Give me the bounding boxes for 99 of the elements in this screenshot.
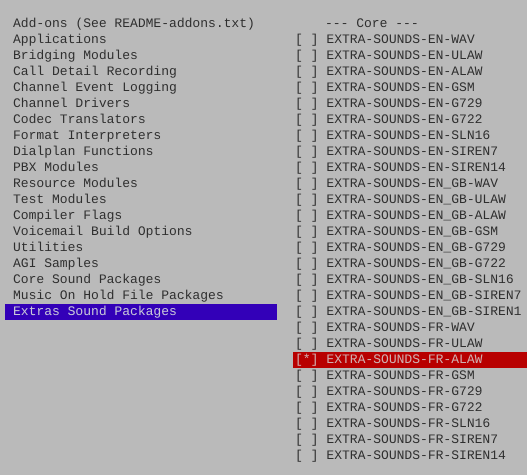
checkbox[interactable]: [ ] (295, 368, 318, 384)
menu-item[interactable]: Call Detail Recording (5, 64, 277, 80)
checkbox[interactable]: [ ] (295, 48, 318, 64)
checkbox[interactable]: [ ] (295, 304, 318, 320)
menu-item[interactable]: Codec Translators (5, 112, 277, 128)
menu-item[interactable]: Music On Hold File Packages (5, 288, 277, 304)
option-row[interactable]: [ ] EXTRA-SOUNDS-EN_GB-ULAW (293, 192, 527, 208)
checkbox[interactable]: [ ] (295, 112, 318, 128)
menu-item[interactable]: Core Sound Packages (5, 272, 277, 288)
option-row[interactable]: [ ] EXTRA-SOUNDS-FR-GSM (293, 368, 527, 384)
option-label: EXTRA-SOUNDS-EN_GB-GSM (326, 224, 498, 240)
option-row[interactable]: [ ] EXTRA-SOUNDS-FR-G722 (293, 400, 527, 416)
option-row[interactable]: [ ] EXTRA-SOUNDS-EN_GB-WAV (293, 176, 527, 192)
option-label: EXTRA-SOUNDS-EN-GSM (326, 80, 475, 96)
checkbox[interactable]: [ ] (295, 384, 318, 400)
checkbox[interactable]: [ ] (295, 160, 318, 176)
option-row[interactable]: [ ] EXTRA-SOUNDS-EN_GB-SLN16 (293, 272, 527, 288)
option-row[interactable]: [ ] EXTRA-SOUNDS-FR-SIREN14 (293, 448, 527, 464)
option-label: EXTRA-SOUNDS-EN-WAV (326, 32, 475, 48)
option-row[interactable]: [ ] EXTRA-SOUNDS-FR-SIREN7 (293, 432, 527, 448)
menu-item[interactable]: Test Modules (5, 192, 277, 208)
checkbox[interactable]: [ ] (295, 400, 318, 416)
checkbox[interactable]: [ ] (295, 176, 318, 192)
option-row[interactable]: [ ] EXTRA-SOUNDS-EN-ALAW (293, 64, 527, 80)
option-label: EXTRA-SOUNDS-FR-G722 (326, 400, 482, 416)
option-row[interactable]: [ ] EXTRA-SOUNDS-EN_GB-SIREN1 (293, 304, 527, 320)
option-label: EXTRA-SOUNDS-EN_GB-ULAW (326, 192, 506, 208)
checkbox[interactable]: [ ] (295, 336, 318, 352)
option-label: EXTRA-SOUNDS-EN_GB-SIREN7 (326, 288, 522, 304)
option-row[interactable]: [ ] EXTRA-SOUNDS-EN_GB-ALAW (293, 208, 527, 224)
option-label: EXTRA-SOUNDS-FR-ALAW (326, 352, 482, 368)
checkbox[interactable]: [ ] (295, 192, 318, 208)
option-label: EXTRA-SOUNDS-FR-SLN16 (326, 416, 490, 432)
option-label: EXTRA-SOUNDS-EN_GB-SLN16 (326, 272, 514, 288)
checkbox[interactable]: [ ] (295, 288, 318, 304)
option-row[interactable]: [ ] EXTRA-SOUNDS-FR-G729 (293, 384, 527, 400)
option-row[interactable]: [ ] EXTRA-SOUNDS-EN-GSM (293, 80, 527, 96)
menu-item[interactable]: Channel Event Logging (5, 80, 277, 96)
option-label: EXTRA-SOUNDS-EN_GB-G722 (326, 256, 506, 272)
checkbox[interactable]: [ ] (295, 240, 318, 256)
option-label: EXTRA-SOUNDS-FR-WAV (326, 320, 475, 336)
option-row[interactable]: [ ] EXTRA-SOUNDS-FR-WAV (293, 320, 527, 336)
option-label: EXTRA-SOUNDS-EN_GB-WAV (326, 176, 498, 192)
option-row[interactable]: [ ] EXTRA-SOUNDS-EN-ULAW (293, 48, 527, 64)
option-row[interactable]: [ ] EXTRA-SOUNDS-EN-G729 (293, 96, 527, 112)
option-row[interactable]: [ ] EXTRA-SOUNDS-EN_GB-G722 (293, 256, 527, 272)
option-label: EXTRA-SOUNDS-EN-SLN16 (326, 128, 490, 144)
checkbox[interactable]: [ ] (295, 448, 318, 464)
option-label: EXTRA-SOUNDS-FR-ULAW (326, 336, 482, 352)
option-row[interactable]: [ ] EXTRA-SOUNDS-EN_GB-G729 (293, 240, 527, 256)
option-label: EXTRA-SOUNDS-FR-GSM (326, 368, 475, 384)
option-label: EXTRA-SOUNDS-EN_GB-G729 (326, 240, 506, 256)
menu-item[interactable]: Bridging Modules (5, 48, 277, 64)
option-label: EXTRA-SOUNDS-EN-SIREN7 (326, 144, 498, 160)
menu-item[interactable]: AGI Samples (5, 256, 277, 272)
option-row[interactable]: [ ] EXTRA-SOUNDS-EN-SLN16 (293, 128, 527, 144)
option-row[interactable]: [ ] EXTRA-SOUNDS-FR-ULAW (293, 336, 527, 352)
menu-item[interactable]: PBX Modules (5, 160, 277, 176)
option-label: EXTRA-SOUNDS-EN-ULAW (326, 48, 482, 64)
menu-item[interactable]: Extras Sound Packages (5, 304, 277, 320)
option-label: EXTRA-SOUNDS-FR-G729 (326, 384, 482, 400)
checkbox[interactable]: [ ] (295, 320, 318, 336)
menu-item[interactable]: Resource Modules (5, 176, 277, 192)
option-row[interactable]: [ ] EXTRA-SOUNDS-FR-SLN16 (293, 416, 527, 432)
checkbox[interactable]: [ ] (295, 96, 318, 112)
checkbox[interactable]: [ ] (295, 432, 318, 448)
option-row[interactable]: [ ] EXTRA-SOUNDS-EN-WAV (293, 32, 527, 48)
option-row[interactable]: [ ] EXTRA-SOUNDS-EN_GB-GSM (293, 224, 527, 240)
checkbox[interactable]: [ ] (295, 272, 318, 288)
option-row[interactable]: [ ] EXTRA-SOUNDS-EN-G722 (293, 112, 527, 128)
option-label: EXTRA-SOUNDS-EN-SIREN14 (326, 160, 506, 176)
checkbox[interactable]: [ ] (295, 208, 318, 224)
menu-item[interactable]: Applications (5, 32, 277, 48)
checkbox[interactable]: [ ] (295, 416, 318, 432)
checkbox[interactable]: [ ] (295, 64, 318, 80)
menu-item[interactable]: Compiler Flags (5, 208, 277, 224)
menu-item[interactable]: Utilities (5, 240, 277, 256)
option-label: EXTRA-SOUNDS-FR-SIREN14 (326, 448, 506, 464)
menu-item[interactable]: Channel Drivers (5, 96, 277, 112)
option-row[interactable]: [ ] EXTRA-SOUNDS-EN_GB-SIREN7 (293, 288, 527, 304)
checkbox[interactable]: [ ] (295, 256, 318, 272)
checkbox[interactable]: [ ] (295, 224, 318, 240)
checkbox[interactable]: [ ] (295, 80, 318, 96)
section-heading: --- Core --- (324, 16, 420, 32)
option-label: EXTRA-SOUNDS-EN-G722 (326, 112, 482, 128)
option-label: EXTRA-SOUNDS-EN_GB-ALAW (326, 208, 506, 224)
checkbox[interactable]: [ ] (295, 128, 318, 144)
section-heading: Add-ons (See README-addons.txt) (12, 16, 256, 32)
option-row[interactable]: [ ] EXTRA-SOUNDS-EN-SIREN14 (293, 160, 527, 176)
checkbox[interactable]: [ ] (295, 32, 318, 48)
option-label: EXTRA-SOUNDS-EN_GB-SIREN1 (326, 304, 522, 320)
option-label: EXTRA-SOUNDS-EN-G729 (326, 96, 482, 112)
option-label: EXTRA-SOUNDS-EN-ALAW (326, 64, 482, 80)
menu-item[interactable]: Voicemail Build Options (5, 224, 277, 240)
menu-item[interactable]: Format Interpreters (5, 128, 277, 144)
option-label: EXTRA-SOUNDS-FR-SIREN7 (326, 432, 498, 448)
checkbox[interactable]: [ ] (295, 144, 318, 160)
menu-item[interactable]: Dialplan Functions (5, 144, 277, 160)
option-row[interactable]: [ ] EXTRA-SOUNDS-EN-SIREN7 (293, 144, 527, 160)
